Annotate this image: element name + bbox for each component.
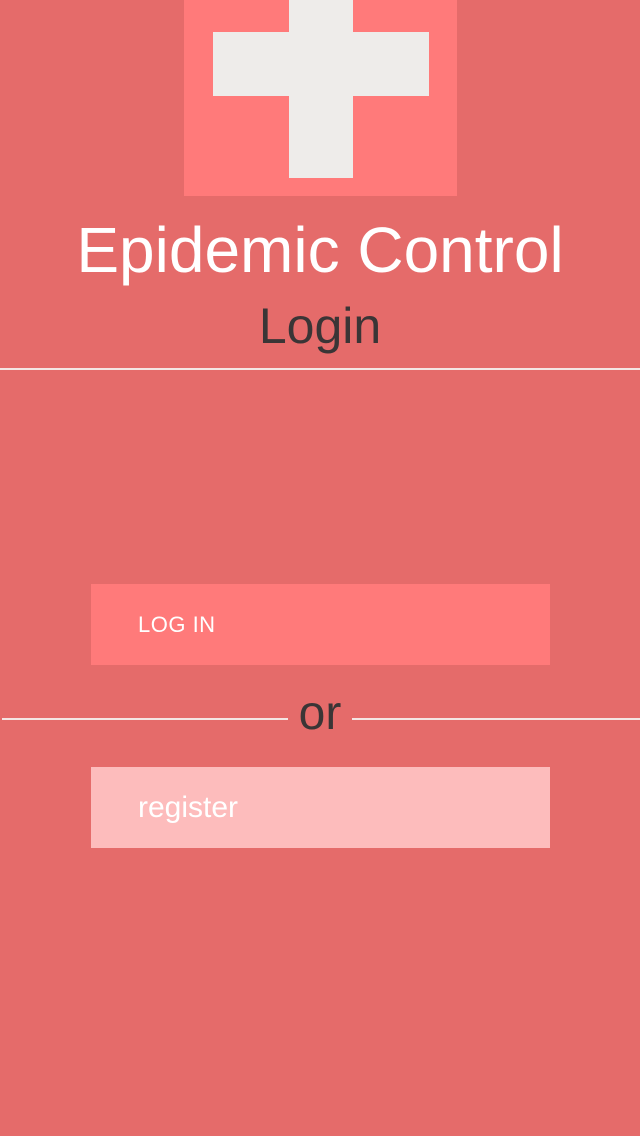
header-divider <box>0 368 640 370</box>
app-logo <box>184 0 457 196</box>
app-title: Epidemic Control <box>76 214 564 286</box>
register-button[interactable]: register <box>91 767 550 848</box>
register-button-label: register <box>138 790 239 824</box>
page-title: Login <box>258 298 382 354</box>
or-divider-left <box>2 718 288 720</box>
login-button-label: LOG IN <box>138 611 216 637</box>
login-button[interactable]: LOG IN <box>91 584 550 665</box>
or-separator: or <box>298 687 342 740</box>
medical-cross-icon-bar <box>213 32 429 96</box>
login-screen: Epidemic Control Login LOG IN or registe… <box>0 0 640 1136</box>
or-divider-right <box>352 718 640 720</box>
